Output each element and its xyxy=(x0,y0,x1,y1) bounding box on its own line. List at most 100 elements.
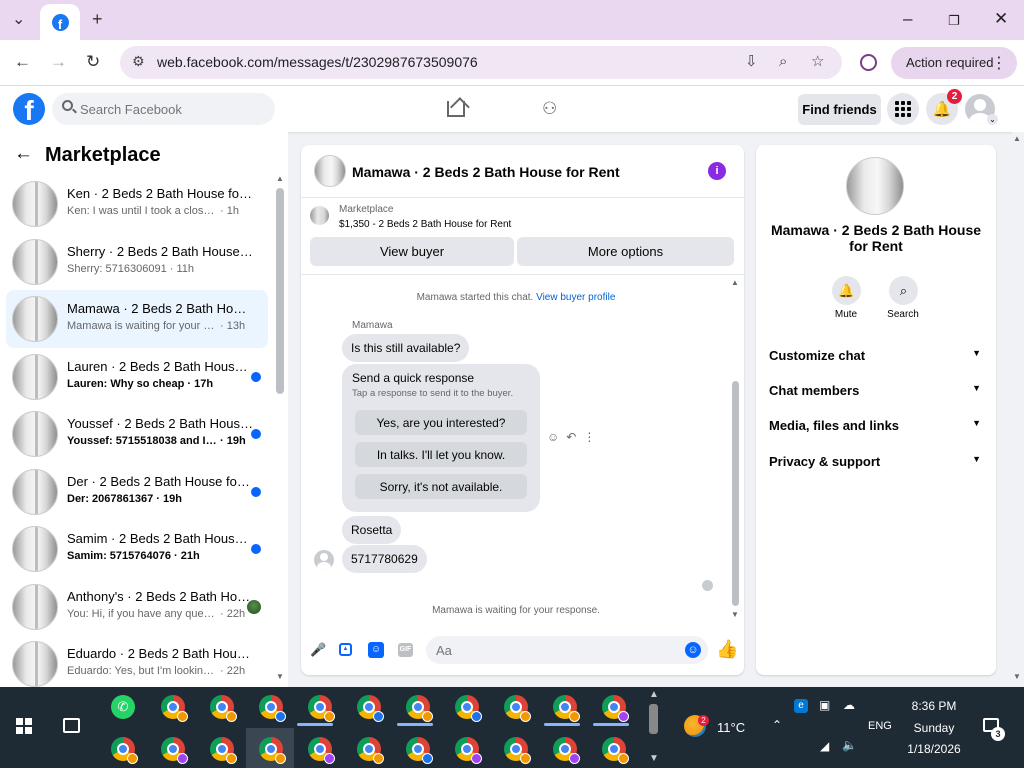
search-chat-icon[interactable]: ⌕ xyxy=(889,276,918,305)
conversation-item[interactable]: Youssef · 2 Beds 2 Bath House for Rent Yo… xyxy=(6,405,268,463)
forward-icon[interactable]: → xyxy=(50,51,67,73)
clock-date[interactable]: 1/18/2026 xyxy=(897,742,971,756)
page-scrollbar[interactable] xyxy=(1012,132,1024,687)
new-tab-icon[interactable]: + xyxy=(92,8,103,30)
bookmark-star-icon[interactable]: ☆ xyxy=(811,53,824,71)
browser-profile-icon[interactable] xyxy=(860,54,877,71)
edge-tray-icon[interactable]: e xyxy=(794,699,808,713)
quick-response-in-talks-button[interactable]: In talks. I'll let you know. xyxy=(355,442,527,467)
scroll-up-icon[interactable]: ▲ xyxy=(276,174,284,183)
chrome-window-icon[interactable] xyxy=(210,695,237,722)
reload-icon[interactable]: ↻ xyxy=(86,51,100,73)
scroll-up-icon[interactable]: ▲ xyxy=(731,278,739,287)
chrome-window-icon[interactable] xyxy=(111,737,138,764)
chrome-window-icon[interactable] xyxy=(406,695,433,722)
browser-tab-facebook[interactable]: f xyxy=(40,4,80,40)
close-window-icon[interactable]: ✕ xyxy=(994,8,1008,30)
more-icon[interactable]: ⋮ xyxy=(583,430,602,444)
message-bubble[interactable]: Rosetta xyxy=(342,516,402,544)
chrome-window-icon[interactable] xyxy=(553,695,580,722)
chrome-window-icon[interactable] xyxy=(259,695,286,722)
conversation-item[interactable]: Lauren · 2 Beds 2 Bath House for Rent Lau… xyxy=(6,348,268,406)
minimize-window-icon[interactable]: – xyxy=(903,8,912,30)
message-input[interactable] xyxy=(426,636,708,664)
reply-icon[interactable]: ↶ xyxy=(566,430,583,444)
listing-price[interactable]: $1,350 - 2 Beds 2 Bath House for Rent xyxy=(339,219,511,230)
message-bubble[interactable]: Is this still available? xyxy=(342,334,470,362)
conversation-item[interactable]: Der · 2 Beds 2 Bath House for Rent Der: 2… xyxy=(6,463,268,521)
browser-menu-icon[interactable]: ⋮ xyxy=(991,53,1007,73)
whatsapp-icon[interactable]: ✆ xyxy=(111,695,135,719)
conversation-item[interactable]: Samim · 2 Beds 2 Bath House for Rent Sami… xyxy=(6,520,268,578)
tab-search-chevron-icon[interactable]: ⌄ xyxy=(12,9,25,31)
action-required-button[interactable]: Action required ⋮ xyxy=(891,47,1017,79)
chrome-window-icon[interactable] xyxy=(406,737,433,764)
chrome-window-icon[interactable] xyxy=(161,695,188,722)
chrome-window-icon[interactable] xyxy=(210,737,237,764)
view-buyer-profile-link[interactable]: View buyer profile xyxy=(536,292,615,303)
chevron-down-icon[interactable]: ⌄ xyxy=(987,114,998,125)
home-icon[interactable] xyxy=(447,101,465,117)
photo-icon[interactable]: ▲ xyxy=(339,643,352,656)
facebook-logo-icon[interactable]: f xyxy=(13,93,45,125)
clock-day[interactable]: Sunday xyxy=(897,721,971,735)
windows-start-icon[interactable] xyxy=(16,718,32,734)
quick-response-yes-button[interactable]: Yes, are you interested? xyxy=(355,410,527,435)
conversation-list-scrollbar[interactable] xyxy=(276,188,284,394)
url-text[interactable]: web.facebook.com/messages/t/230298767350… xyxy=(157,54,478,70)
task-view-icon[interactable] xyxy=(63,718,80,733)
wifi-icon[interactable]: ◢ xyxy=(820,739,829,753)
media-files-links-section[interactable]: Media, files and links ▼ xyxy=(769,418,981,433)
back-arrow-icon[interactable]: ← xyxy=(14,143,33,165)
emoji-icon[interactable]: ☺ xyxy=(685,642,701,658)
chrome-window-icon[interactable] xyxy=(161,737,188,764)
conversation-item[interactable]: Mamawa · 2 Beds 2 Bath House for Rent Mam… xyxy=(6,290,268,348)
conversation-item[interactable]: Sherry · 2 Beds 2 Bath House for Rent She… xyxy=(6,233,268,291)
show-hidden-icons-chevron-icon[interactable]: ⌃ xyxy=(772,718,782,732)
chrome-window-icon[interactable] xyxy=(504,737,531,764)
conversation-item[interactable]: Anthony's · 2 Beds 2 Bath House for Rent… xyxy=(6,578,268,636)
mute-bell-icon[interactable]: 🔔 xyxy=(832,276,861,305)
taskbar-scroll-thumb[interactable] xyxy=(649,704,658,734)
conversation-item[interactable]: Ken · 2 Beds 2 Bath House for Rent Ken: I… xyxy=(6,175,268,233)
listing-thumbnail[interactable] xyxy=(314,155,346,187)
scroll-down-icon[interactable]: ▼ xyxy=(1013,672,1021,681)
message-bubble[interactable]: 5717780629 xyxy=(342,545,427,573)
scroll-up-icon[interactable]: ▲ xyxy=(649,689,659,700)
microphone-icon[interactable]: 🎤 xyxy=(310,642,326,658)
clock-time[interactable]: 8:36 PM xyxy=(897,699,971,713)
scroll-down-icon[interactable]: ▼ xyxy=(649,753,659,764)
meet-now-icon[interactable]: ▣ xyxy=(819,698,830,712)
sticker-icon[interactable]: ☺ xyxy=(368,642,384,658)
chrome-window-icon[interactable] xyxy=(357,737,384,764)
react-emoji-icon[interactable]: ☺ xyxy=(547,430,566,444)
restore-window-icon[interactable]: ❐ xyxy=(948,10,960,32)
scroll-down-icon[interactable]: ▼ xyxy=(276,672,284,681)
customize-chat-section[interactable]: Customize chat ▼ xyxy=(769,348,981,363)
scroll-down-icon[interactable]: ▼ xyxy=(731,610,739,619)
chrome-window-icon[interactable] xyxy=(455,737,482,764)
view-buyer-button[interactable]: View buyer xyxy=(310,237,514,266)
chrome-window-icon[interactable] xyxy=(308,695,335,722)
back-icon[interactable]: ← xyxy=(14,51,31,73)
site-settings-icon[interactable]: ⚙ xyxy=(132,53,145,70)
chrome-window-icon[interactable] xyxy=(504,695,531,722)
chat-title[interactable]: Mamawa · 2 Beds 2 Bath House for Rent xyxy=(352,164,620,180)
find-friends-button[interactable]: Find friends xyxy=(798,94,881,125)
friends-icon[interactable]: ⚇ xyxy=(542,99,557,119)
zoom-icon[interactable]: ⌕ xyxy=(779,53,787,71)
install-app-icon[interactable]: ⇩ xyxy=(745,53,758,71)
chrome-window-icon[interactable] xyxy=(259,737,286,764)
chat-scrollbar[interactable] xyxy=(732,381,739,606)
more-options-button[interactable]: More options xyxy=(517,237,734,266)
quick-response-sorry-button[interactable]: Sorry, it's not available. xyxy=(355,474,527,499)
info-icon[interactable]: i xyxy=(708,162,726,180)
taskbar-scroll[interactable]: ▲ ▼ xyxy=(646,687,662,768)
facebook-search-input[interactable] xyxy=(52,93,275,125)
conversation-item[interactable]: Eduardo · 2 Beds 2 Bath House for Rent Ed… xyxy=(6,635,268,687)
chat-members-section[interactable]: Chat members ▼ xyxy=(769,383,981,398)
chrome-window-icon[interactable] xyxy=(602,695,629,722)
volume-icon[interactable]: 🔈 xyxy=(842,738,857,752)
chrome-window-icon[interactable] xyxy=(553,737,580,764)
menu-grid-button[interactable] xyxy=(887,93,919,125)
